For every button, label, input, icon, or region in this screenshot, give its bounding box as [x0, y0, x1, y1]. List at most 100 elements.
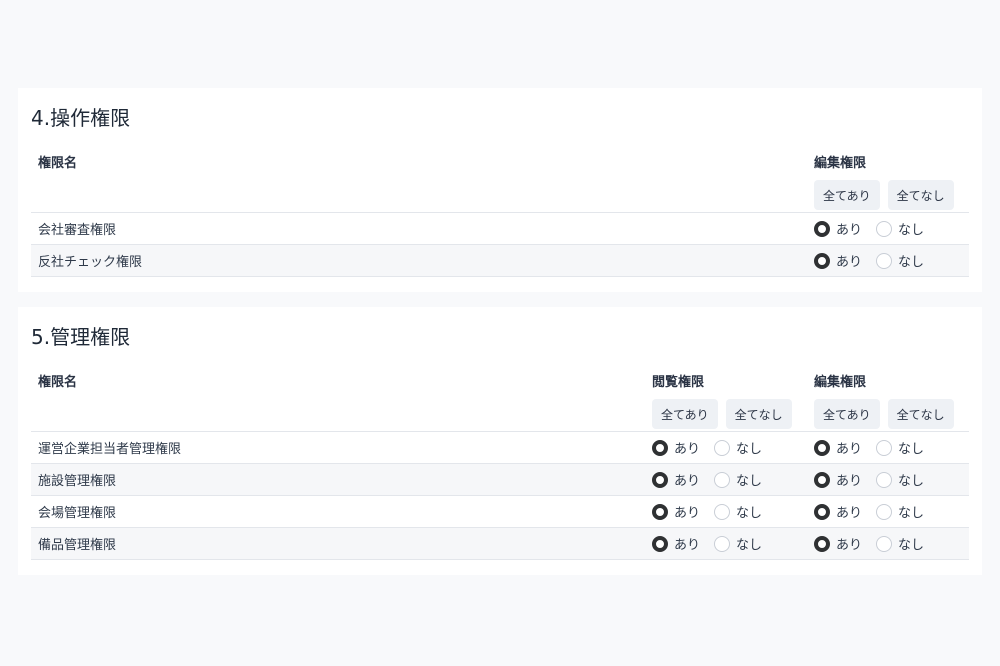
radio-no[interactable]: [714, 439, 731, 456]
table-row: 反社チェック権限 あり なし: [31, 244, 969, 277]
permission-name: 施設管理権限: [31, 463, 652, 496]
radio-option-no[interactable]: なし: [876, 502, 924, 521]
radio-label: あり: [836, 255, 863, 270]
radio-label: なし: [736, 506, 763, 521]
radio-option-yes[interactable]: あり: [814, 470, 862, 489]
radio-no[interactable]: [714, 503, 731, 520]
radio-cell: あり なし: [652, 527, 814, 560]
radio-group: あり なし: [814, 438, 969, 457]
radio-option-yes[interactable]: あり: [814, 251, 862, 270]
radio-option-no[interactable]: なし: [714, 502, 762, 521]
all-no-button[interactable]: 全てなし: [887, 399, 954, 429]
column-group-edit: 編集権限 全てあり 全てなし: [814, 140, 969, 213]
bulk-buttons: 全てあり 全てなし: [652, 399, 814, 429]
group-label: 編集権限: [814, 375, 867, 390]
management-permissions-card: 5.管理権限 権限名 閲覧権限 全てあり 全てなし 編集権限 全てあり 全てなし: [18, 307, 982, 575]
radio-label: あり: [674, 442, 701, 457]
radio-option-yes[interactable]: あり: [652, 470, 700, 489]
radio-cell: あり なし: [652, 463, 814, 496]
radio-group: あり なし: [814, 470, 969, 489]
radio-yes[interactable]: [814, 252, 830, 269]
radio-group: あり なし: [652, 470, 814, 489]
radio-yes[interactable]: [814, 503, 830, 520]
permission-name: 備品管理権限: [31, 527, 652, 560]
all-no-button[interactable]: 全てなし: [725, 399, 792, 429]
radio-no[interactable]: [714, 535, 731, 552]
radio-no[interactable]: [876, 535, 893, 552]
radio-label: あり: [836, 506, 863, 521]
radio-label: あり: [674, 538, 701, 553]
radio-label: あり: [674, 474, 701, 489]
radio-option-yes[interactable]: あり: [814, 219, 862, 238]
all-yes-button[interactable]: 全てあり: [814, 180, 880, 210]
column-header-name: 権限名: [38, 156, 78, 171]
operation-permissions-card: 4.操作権限 権限名 編集権限 全てあり 全てなし 会社審査権限 あり なし 反社チェ…: [18, 88, 982, 292]
radio-option-yes[interactable]: あり: [814, 438, 862, 457]
radio-label: なし: [898, 506, 925, 521]
radio-group: あり なし: [814, 534, 969, 553]
radio-yes[interactable]: [652, 439, 668, 456]
radio-cell: あり なし: [652, 495, 814, 528]
radio-no[interactable]: [714, 471, 731, 488]
radio-label: なし: [898, 255, 925, 270]
column-group-view: 閲覧権限 全てあり 全てなし: [652, 359, 814, 432]
radio-no[interactable]: [876, 471, 893, 488]
permission-name: 反社チェック権限: [31, 244, 814, 277]
radio-label: あり: [836, 538, 863, 553]
radio-yes[interactable]: [652, 471, 668, 488]
radio-cell: あり なし: [814, 463, 969, 496]
permissions-table: 権限名 閲覧権限 全てあり 全てなし 編集権限 全てあり 全てなし 運営企業担当…: [31, 359, 969, 560]
radio-option-no[interactable]: なし: [714, 534, 762, 553]
radio-label: なし: [898, 223, 925, 238]
radio-option-no[interactable]: なし: [714, 438, 762, 457]
table-row: 施設管理権限 あり なし あり なし: [31, 463, 969, 496]
radio-option-no[interactable]: なし: [876, 470, 924, 489]
radio-yes[interactable]: [652, 535, 668, 552]
radio-cell: あり なし: [814, 431, 969, 464]
radio-option-no[interactable]: なし: [876, 251, 924, 270]
group-label: 閲覧権限: [652, 375, 705, 390]
radio-option-yes[interactable]: あり: [814, 534, 862, 553]
radio-no[interactable]: [876, 252, 893, 269]
radio-label: なし: [736, 442, 763, 457]
radio-option-no[interactable]: なし: [876, 219, 924, 238]
radio-group: あり なし: [652, 534, 814, 553]
table-row: 会場管理権限 あり なし あり なし: [31, 495, 969, 528]
radio-cell: あり なし: [814, 244, 969, 277]
group-label: 編集権限: [814, 156, 867, 171]
all-yes-button[interactable]: 全てあり: [814, 399, 880, 429]
radio-label: なし: [736, 538, 763, 553]
radio-option-yes[interactable]: あり: [652, 502, 700, 521]
radio-yes[interactable]: [814, 439, 830, 456]
all-yes-button[interactable]: 全てあり: [652, 399, 718, 429]
all-no-button[interactable]: 全てなし: [887, 180, 954, 210]
bulk-buttons: 全てあり 全てなし: [814, 180, 969, 210]
radio-yes[interactable]: [814, 471, 830, 488]
radio-yes[interactable]: [652, 503, 668, 520]
radio-yes[interactable]: [814, 535, 830, 552]
radio-cell: あり なし: [652, 431, 814, 464]
radio-option-yes[interactable]: あり: [814, 502, 862, 521]
column-group-edit: 編集権限 全てあり 全てなし: [814, 359, 969, 432]
radio-yes[interactable]: [814, 220, 830, 237]
radio-label: あり: [836, 474, 863, 489]
radio-option-yes[interactable]: あり: [652, 438, 700, 457]
radio-no[interactable]: [876, 220, 893, 237]
radio-label: あり: [674, 506, 701, 521]
radio-label: なし: [736, 474, 763, 489]
radio-option-no[interactable]: なし: [876, 534, 924, 553]
column-header-name: 権限名: [38, 375, 78, 390]
table-row: 会社審査権限 あり なし: [31, 212, 969, 245]
permission-name: 会社審査権限: [31, 212, 814, 245]
section-title: 5.管理権限: [31, 325, 131, 349]
radio-group: あり なし: [814, 251, 969, 270]
radio-no[interactable]: [876, 503, 893, 520]
radio-cell: あり なし: [814, 527, 969, 560]
radio-option-no[interactable]: なし: [714, 470, 762, 489]
radio-no[interactable]: [876, 439, 893, 456]
radio-option-yes[interactable]: あり: [652, 534, 700, 553]
radio-group: あり なし: [814, 502, 969, 521]
radio-cell: あり なし: [814, 212, 969, 245]
radio-label: なし: [898, 538, 925, 553]
radio-option-no[interactable]: なし: [876, 438, 924, 457]
